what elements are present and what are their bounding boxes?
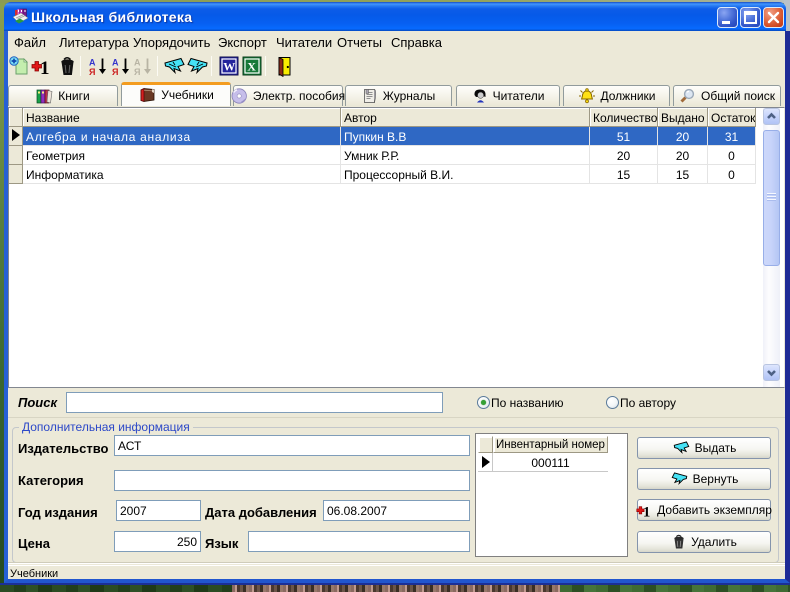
svg-text:Я: Я xyxy=(89,67,95,77)
svg-text:Я: Я xyxy=(134,67,140,77)
svg-text:W: W xyxy=(223,60,235,74)
svg-text:1: 1 xyxy=(643,504,650,519)
svg-text:Я: Я xyxy=(112,67,118,77)
svg-text:1: 1 xyxy=(40,58,50,77)
svg-text:А: А xyxy=(112,58,119,68)
svg-text:А: А xyxy=(134,58,141,68)
svg-text:А: А xyxy=(89,58,96,68)
svg-text:X: X xyxy=(247,60,256,74)
